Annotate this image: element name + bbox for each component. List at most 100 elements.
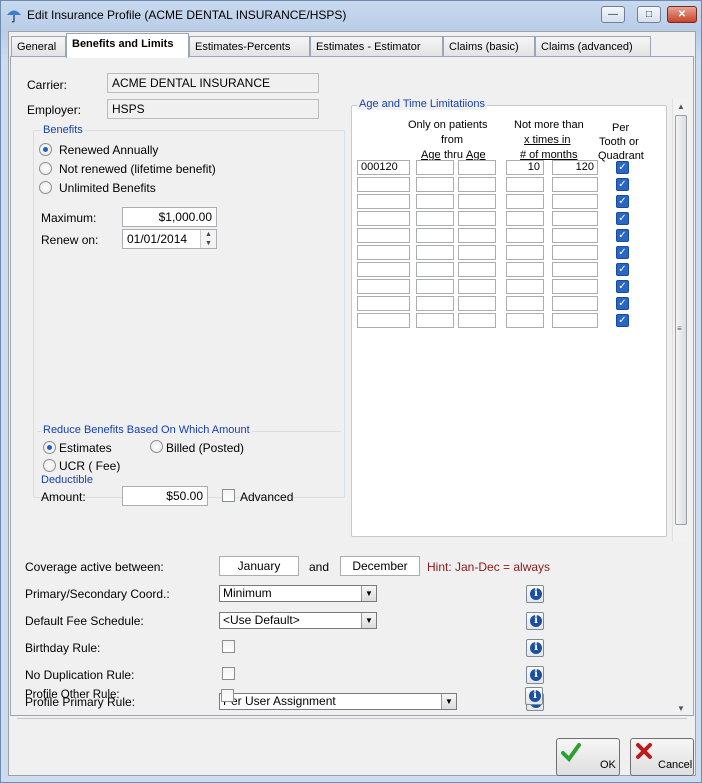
grid-cell-months[interactable]	[552, 177, 598, 192]
grid-cell-months[interactable]	[552, 211, 598, 226]
grid-cell-times[interactable]	[506, 296, 544, 311]
tab-estimates-estimator[interactable]: Estimates - Estimator	[310, 36, 443, 57]
grid-cell-age_thru[interactable]	[458, 313, 496, 328]
grid-cell-months[interactable]	[552, 228, 598, 243]
tab-benefits-and-limits[interactable]: Benefits and Limits	[66, 33, 189, 58]
billed-radio[interactable]	[150, 440, 163, 453]
grid-cell-age_thru[interactable]	[458, 160, 496, 175]
grid-cell-times[interactable]	[506, 245, 544, 260]
profile-other-checkbox[interactable]	[221, 689, 234, 702]
tab-claims-basic[interactable]: Claims (basic)	[443, 36, 535, 57]
grid-cell-code[interactable]: 000120	[357, 160, 410, 175]
maximize-button[interactable]: □	[637, 6, 661, 23]
per-tooth-checkbox[interactable]: ✓	[616, 297, 629, 310]
grid-cell-code[interactable]	[357, 313, 410, 328]
grid-cell-months[interactable]	[552, 245, 598, 260]
grid-cell-times[interactable]	[506, 228, 544, 243]
grid-cell-months[interactable]	[552, 279, 598, 294]
grid-cell-code[interactable]	[357, 194, 410, 209]
title-bar[interactable]: Edit Insurance Profile (ACME DENTAL INSU…	[1, 1, 701, 29]
panel-scrollbar[interactable]: ▲ ≡	[672, 99, 688, 541]
scroll-down-icon[interactable]: ▼	[677, 704, 685, 713]
advanced-checkbox[interactable]	[222, 489, 235, 502]
grid-cell-age_thru[interactable]	[458, 194, 496, 209]
grid-cell-age_from[interactable]	[416, 245, 454, 260]
grid-cell-code[interactable]	[357, 211, 410, 226]
profile-primary-select[interactable]: Per User Assignment ▼	[219, 693, 457, 710]
grid-cell-months[interactable]	[552, 296, 598, 311]
grid-cell-code[interactable]	[357, 262, 410, 277]
scrollbar-thumb[interactable]	[675, 115, 687, 525]
grid-cell-age_thru[interactable]	[458, 177, 496, 192]
close-window-button[interactable]: ✕	[667, 6, 697, 23]
grid-cell-age_thru[interactable]	[458, 296, 496, 311]
tab-claims-advanced[interactable]: Claims (advanced)	[535, 36, 651, 57]
tab-general[interactable]: General	[11, 36, 66, 57]
grid-cell-times[interactable]	[506, 177, 544, 192]
per-tooth-checkbox[interactable]: ✓	[616, 263, 629, 276]
fee-schedule-select[interactable]: <Use Default> ▼	[219, 612, 377, 629]
date-spin-icon[interactable]: ▲ ▼	[200, 230, 216, 248]
grid-cell-code[interactable]	[357, 245, 410, 260]
scroll-up-icon[interactable]: ▲	[677, 102, 685, 111]
grid-cell-code[interactable]	[357, 228, 410, 243]
grid-cell-times[interactable]	[506, 262, 544, 277]
grid-cell-code[interactable]	[357, 279, 410, 294]
primary-secondary-select[interactable]: Minimum ▼	[219, 585, 377, 602]
grid-cell-age_from[interactable]	[416, 160, 454, 175]
cancel-button[interactable]: Cancel	[630, 738, 694, 776]
per-tooth-checkbox[interactable]: ✓	[616, 280, 629, 293]
grid-cell-months[interactable]	[552, 262, 598, 277]
grid-cell-months[interactable]: 120	[552, 160, 598, 175]
per-tooth-checkbox[interactable]: ✓	[616, 178, 629, 191]
grid-cell-times[interactable]	[506, 279, 544, 294]
coverage-to-input[interactable]: December	[340, 556, 420, 576]
grid-cell-code[interactable]	[357, 296, 410, 311]
grid-cell-age_thru[interactable]	[458, 211, 496, 226]
grid-cell-age_from[interactable]	[416, 313, 454, 328]
grid-cell-age_from[interactable]	[416, 194, 454, 209]
grid-cell-age_thru[interactable]	[458, 262, 496, 277]
grid-cell-age_from[interactable]	[416, 177, 454, 192]
grid-cell-age_thru[interactable]	[458, 228, 496, 243]
grid-cell-age_thru[interactable]	[458, 279, 496, 294]
not-renewed-radio[interactable]	[39, 162, 52, 175]
ucr-radio[interactable]	[43, 459, 56, 472]
coverage-from-input[interactable]: January	[219, 556, 299, 576]
per-tooth-checkbox[interactable]: ✓	[616, 229, 629, 242]
profile-other-info-icon[interactable]	[525, 687, 543, 705]
renewed-annually-radio[interactable]	[39, 143, 52, 156]
per-tooth-checkbox[interactable]: ✓	[616, 314, 629, 327]
grid-cell-age_from[interactable]	[416, 279, 454, 294]
no-dup-rule-info-icon[interactable]	[526, 666, 544, 684]
grid-cell-age_from[interactable]	[416, 211, 454, 226]
grid-cell-months[interactable]	[552, 194, 598, 209]
per-tooth-checkbox[interactable]: ✓	[616, 161, 629, 174]
grid-cell-months[interactable]	[552, 313, 598, 328]
grid-cell-times[interactable]	[506, 313, 544, 328]
grid-cell-times[interactable]	[506, 194, 544, 209]
maximum-input[interactable]: $1,000.00	[122, 207, 217, 227]
tab-estimates-percents[interactable]: Estimates-Percents	[189, 36, 310, 57]
per-tooth-checkbox[interactable]: ✓	[616, 246, 629, 259]
ok-button[interactable]: OK	[556, 738, 620, 776]
grid-cell-age_from[interactable]	[416, 228, 454, 243]
per-tooth-checkbox[interactable]: ✓	[616, 195, 629, 208]
carrier-field: ACME DENTAL INSURANCE	[107, 73, 319, 93]
grid-cell-age_from[interactable]	[416, 296, 454, 311]
birthday-rule-info-icon[interactable]	[526, 639, 544, 657]
primary-secondary-info-icon[interactable]	[526, 585, 544, 603]
estimates-radio[interactable]	[43, 441, 56, 454]
grid-cell-times[interactable]	[506, 211, 544, 226]
no-dup-rule-checkbox[interactable]	[222, 667, 235, 680]
minimize-button[interactable]: —	[601, 6, 625, 23]
fee-schedule-info-icon[interactable]	[526, 612, 544, 630]
unlimited-benefits-radio[interactable]	[39, 181, 52, 194]
grid-cell-code[interactable]	[357, 177, 410, 192]
grid-cell-age_from[interactable]	[416, 262, 454, 277]
per-tooth-checkbox[interactable]: ✓	[616, 212, 629, 225]
birthday-rule-checkbox[interactable]	[222, 640, 235, 653]
deductible-amount-input[interactable]: $50.00	[122, 486, 208, 506]
grid-cell-age_thru[interactable]	[458, 245, 496, 260]
grid-cell-times[interactable]: 10	[506, 160, 544, 175]
